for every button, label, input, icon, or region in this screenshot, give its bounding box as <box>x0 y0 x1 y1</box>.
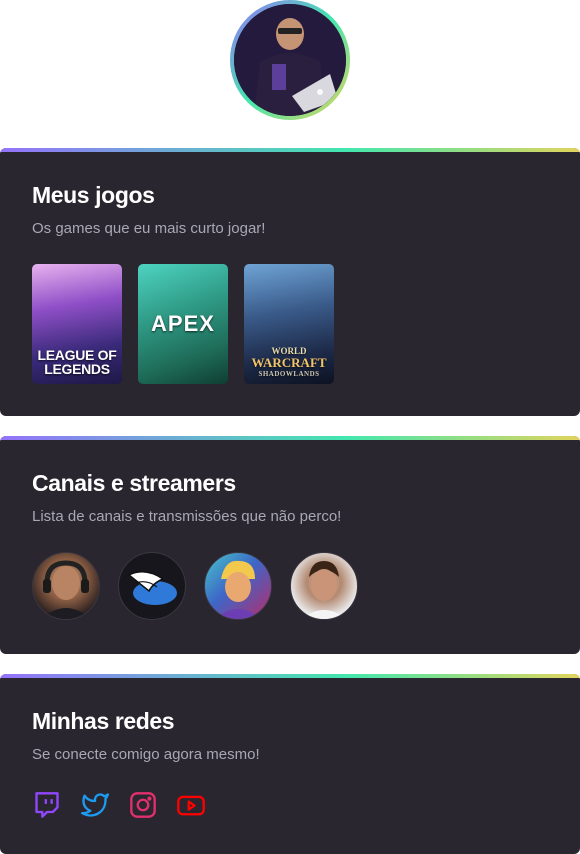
instagram-link[interactable] <box>128 790 158 820</box>
streamer-avatar[interactable] <box>204 552 272 620</box>
social-card-subtitle: Se conecte comigo agora mesmo! <box>32 746 260 763</box>
streamers-card: Canais e streamers Lista de canais e tra… <box>0 436 580 654</box>
streamer-photo-icon <box>301 561 347 619</box>
social-card: Minhas redes Se conecte comigo agora mes… <box>0 674 580 854</box>
games-list: LEAGUE OF LEGENDS APEX WORLD WARCRAFT SH… <box>32 264 334 384</box>
winged-logo-icon <box>127 571 177 605</box>
twitter-icon <box>81 793 109 817</box>
game-apex[interactable]: APEX <box>138 264 228 384</box>
streamers-list <box>32 552 358 620</box>
streamer-avatar[interactable] <box>290 552 358 620</box>
person-at-laptop-icon <box>234 4 346 116</box>
streamer-avatar[interactable] <box>118 552 186 620</box>
streamer-photo-icon <box>41 560 91 619</box>
games-card-subtitle: Os games que eu mais curto jogar! <box>32 220 266 237</box>
game-league-of-legends[interactable]: LEAGUE OF LEGENDS <box>32 264 122 384</box>
youtube-link[interactable] <box>176 790 206 820</box>
profile-avatar <box>230 0 350 120</box>
streamers-card-title: Canais e streamers <box>32 470 236 496</box>
cartoon-avatar-icon <box>215 560 261 619</box>
games-card: Meus jogos Os games que eu mais curto jo… <box>0 148 580 416</box>
games-card-title: Meus jogos <box>32 182 155 208</box>
game-world-of-warcraft[interactable]: WORLD WARCRAFT SHADOWLANDS <box>244 264 334 384</box>
social-card-title: Minhas redes <box>32 708 175 734</box>
streamers-card-subtitle: Lista de canais e transmissões que não p… <box>32 508 342 525</box>
twitch-link[interactable] <box>32 790 62 820</box>
game-title: APEX <box>151 311 215 336</box>
social-links <box>32 790 206 820</box>
streamer-avatar[interactable] <box>32 552 100 620</box>
game-title: WORLD WARCRAFT SHADOWLANDS <box>251 346 327 378</box>
avatar-photo <box>234 4 346 116</box>
twitter-link[interactable] <box>80 790 110 820</box>
twitch-icon <box>35 792 59 818</box>
instagram-icon <box>130 792 156 818</box>
game-title: LEAGUE OF LEGENDS <box>37 347 117 377</box>
youtube-icon <box>177 795 205 816</box>
